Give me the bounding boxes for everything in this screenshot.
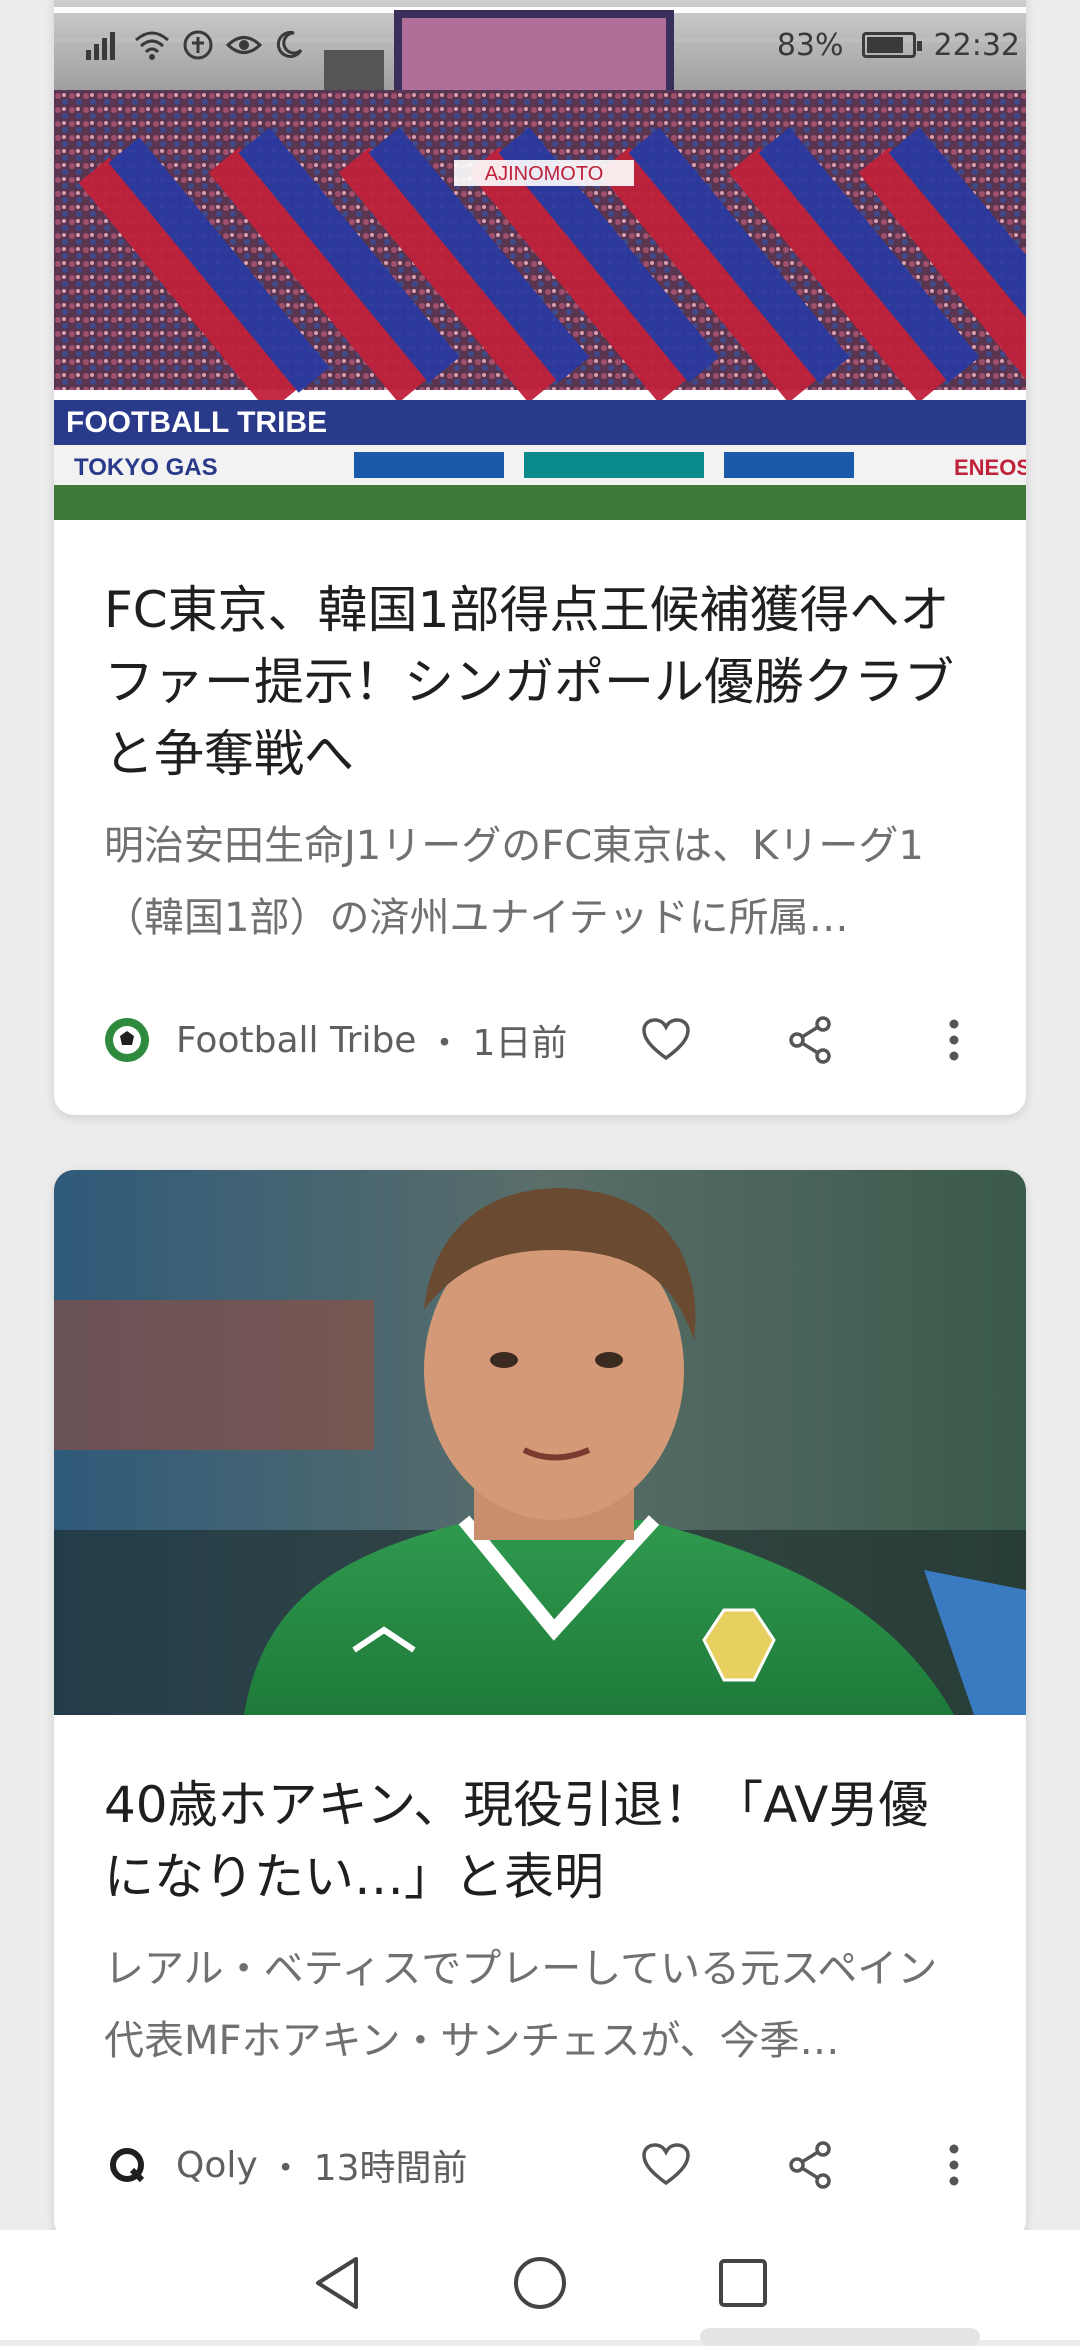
wifi-icon: [134, 30, 170, 60]
share-button[interactable]: [778, 2133, 842, 2197]
headline[interactable]: 40歳ホアキン、現役引退！「AV男優になりたい…」と表明: [104, 1769, 976, 1913]
recents-button[interactable]: [718, 2258, 768, 2312]
like-button[interactable]: [634, 2133, 698, 2197]
recents-square-icon: [718, 2258, 768, 2308]
player-photo: [54, 1170, 1026, 1715]
snippet: 明治安田生命J1リーグのFC東京は、Kリーグ1（韓国1部）の済州ユナイテッドに所…: [104, 810, 976, 954]
status-bar: 83% 22:32: [0, 0, 1080, 90]
gesture-pill: [700, 2328, 980, 2346]
heart-icon: [642, 2143, 690, 2187]
qoly-logo-icon: [104, 2142, 150, 2188]
card-meta-row: Football Tribe ・ 1日前: [104, 1005, 986, 1075]
stadium-sponsor-text: AJINOMOTO: [485, 163, 604, 185]
share-icon: [788, 2141, 832, 2189]
system-navigation-bar: [0, 2230, 1080, 2340]
banner-eneos: ENEOS: [954, 455, 1026, 480]
headline[interactable]: FC東京、韓国1部得点王候補獲得へオファー提示！シンガポール優勝クラブと争奪戦へ: [104, 574, 976, 790]
back-triangle-icon: [312, 2255, 362, 2311]
news-card[interactable]: 40歳ホアキン、現役引退！「AV男優になりたい…」と表明 レアル・ベティスでプレ…: [54, 1170, 1026, 2240]
more-vert-icon: [948, 1018, 960, 1062]
eye-comfort-icon: [226, 30, 262, 60]
home-button[interactable]: [512, 2255, 568, 2315]
heart-icon: [642, 1018, 690, 1062]
status-icons-left: [86, 29, 304, 61]
source-name[interactable]: Qoly: [176, 2145, 258, 2186]
data-saver-icon: [182, 29, 214, 61]
separator-dot: ・: [268, 2139, 304, 2191]
news-card[interactable]: AJINOMOTO FOOTBALL TRIBE TOKYO GAS ENEOS…: [54, 0, 1026, 1115]
battery-percent: 83%: [777, 28, 844, 63]
watermark-text: FOOTBALL TRIBE: [66, 406, 327, 439]
do-not-disturb-moon-icon: [274, 30, 304, 60]
like-button[interactable]: [634, 1008, 698, 1072]
football-tribe-logo-icon: [104, 1017, 150, 1063]
back-button[interactable]: [312, 2255, 362, 2315]
more-vert-icon: [948, 2143, 960, 2187]
more-options-button[interactable]: [922, 2133, 986, 2197]
publish-time: 1日前: [472, 1014, 567, 1066]
source-name[interactable]: Football Tribe: [176, 1020, 416, 1061]
signal-icon: [86, 30, 122, 60]
status-icons-right: 83% 22:32: [777, 28, 1020, 63]
more-options-button[interactable]: [922, 1008, 986, 1072]
snippet: レアル・ベティスでプレーしている元スペイン代表MFホアキン・サンチェスが、今季…: [104, 1933, 976, 2077]
share-button[interactable]: [778, 1008, 842, 1072]
banner-tokyo-gas: TOKYO GAS: [74, 454, 218, 481]
clock: 22:32: [934, 28, 1020, 63]
share-icon: [788, 1016, 832, 1064]
publish-time: 13時間前: [314, 2139, 468, 2191]
player-illustration: [54, 1170, 1026, 1715]
card-meta-row: Qoly ・ 13時間前: [104, 2130, 986, 2200]
separator-dot: ・: [426, 1014, 462, 1066]
home-circle-icon: [512, 2255, 568, 2311]
battery-icon: [862, 32, 916, 58]
